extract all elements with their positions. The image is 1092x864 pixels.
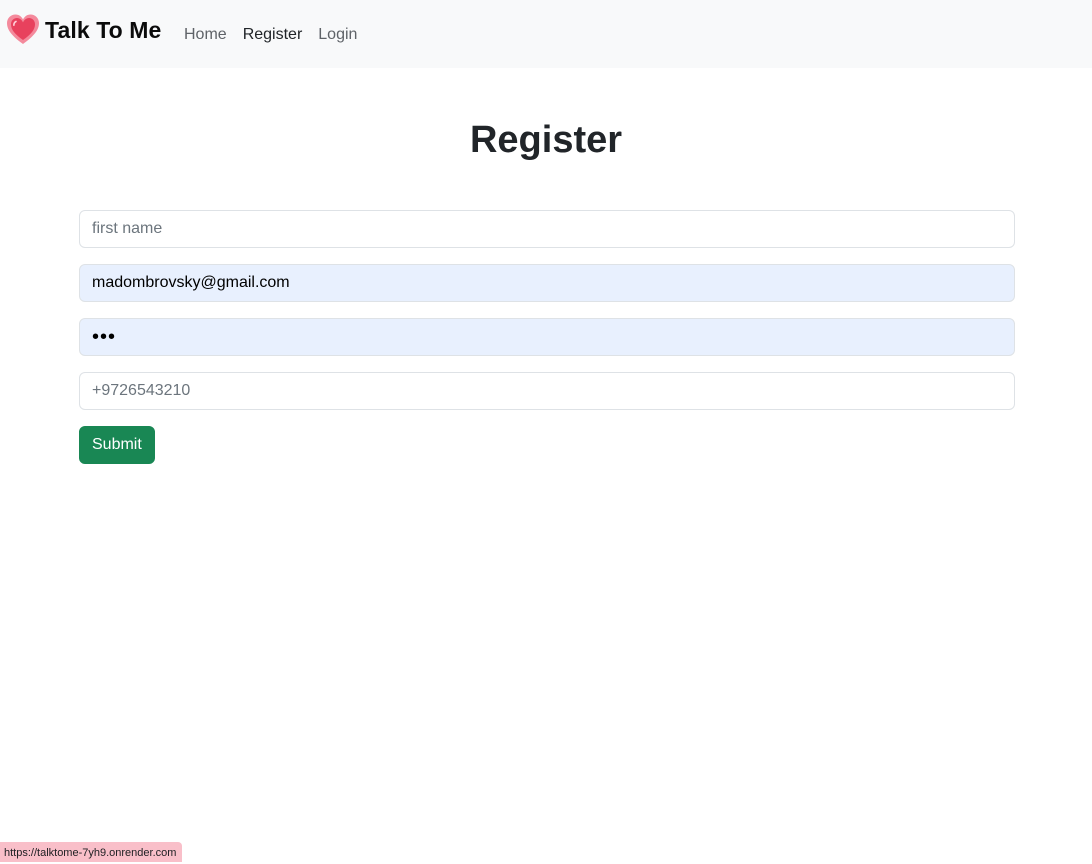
submit-button[interactable]: Submit: [79, 426, 155, 464]
phone-input[interactable]: [79, 372, 1015, 410]
password-input[interactable]: [79, 318, 1015, 356]
first-name-input[interactable]: [79, 210, 1015, 248]
page-title: Register: [0, 116, 1092, 164]
nav-link-register[interactable]: Register: [243, 24, 303, 46]
nav-link-home[interactable]: Home: [184, 24, 227, 46]
brand-link[interactable]: Talk To Me: [6, 12, 161, 48]
status-bar-url: https://talktome-7yh9.onrender.com: [0, 842, 182, 862]
register-form: Submit: [79, 210, 1015, 464]
email-input[interactable]: [79, 264, 1015, 302]
heart-icon: [6, 13, 40, 47]
nav-links: Home Register Login: [184, 24, 373, 46]
brand-name: Talk To Me: [45, 17, 161, 44]
navbar: Talk To Me Home Register Login: [0, 0, 1092, 68]
nav-link-login[interactable]: Login: [318, 24, 357, 46]
